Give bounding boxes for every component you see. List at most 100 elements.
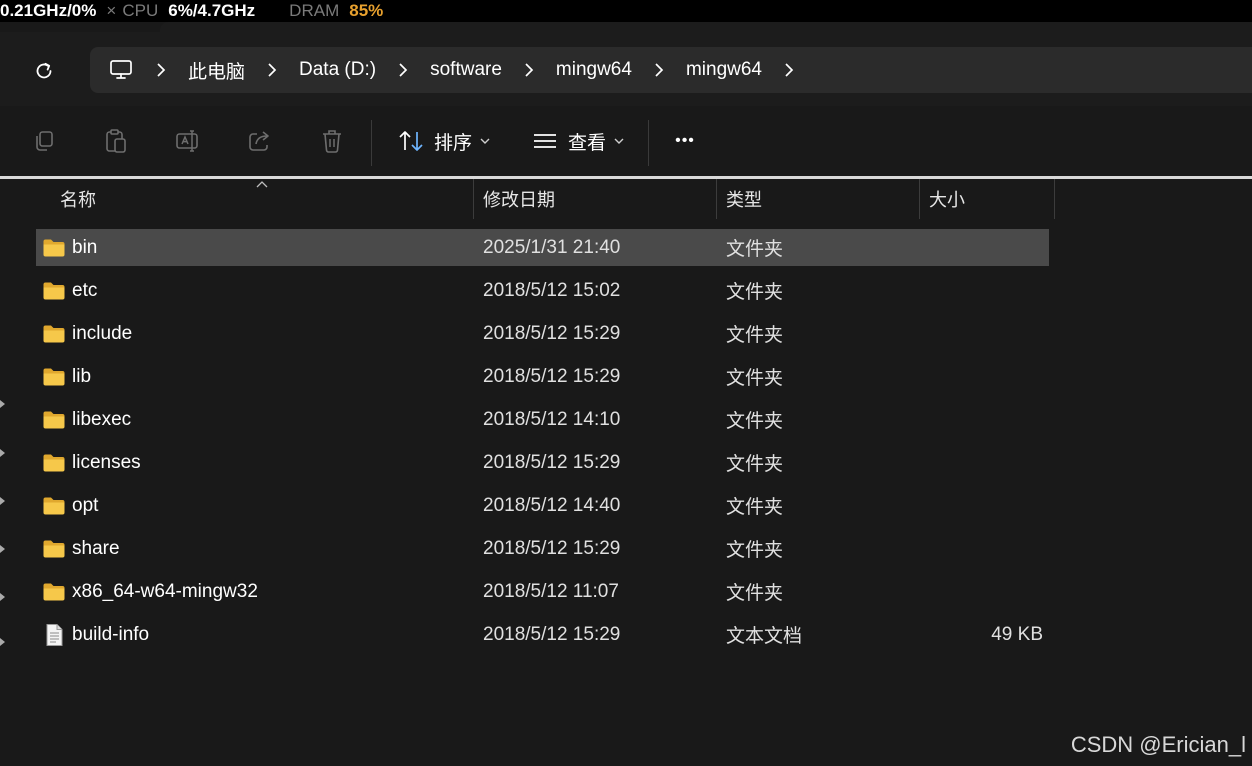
file-name: etc	[72, 279, 98, 301]
file-name: build-info	[72, 623, 150, 645]
breadcrumb-this-pc[interactable]: 此电脑	[188, 57, 245, 84]
file-type: 文件夹	[726, 583, 784, 604]
folder-icon	[42, 315, 66, 352]
file-name: lib	[72, 365, 92, 387]
file-row[interactable]: include 2018/5/12 15:29 文件夹	[36, 315, 1049, 352]
file-date-modified: 2018/5/12 15:02	[483, 279, 621, 301]
delete-icon	[323, 130, 341, 153]
file-name: bin	[72, 236, 98, 258]
column-size[interactable]: 大小	[929, 179, 965, 219]
column-date-modified[interactable]: 修改日期	[483, 179, 555, 219]
address-bar[interactable]: 此电脑 Data (D:) software mingw64 mingw64	[90, 47, 1252, 93]
breadcrumb-mingw64-parent[interactable]: mingw64	[556, 59, 632, 81]
column-name[interactable]: 名称	[60, 179, 96, 219]
breadcrumb-chevron-icon[interactable]	[264, 62, 280, 78]
file-date-modified: 2018/5/12 15:29	[483, 322, 621, 344]
file-date-modified: 2018/5/12 15:29	[483, 623, 621, 645]
file-date-modified: 2025/1/31 21:40	[483, 236, 621, 258]
share-icon	[249, 131, 269, 151]
breadcrumb-mingw64-current[interactable]: mingw64	[686, 59, 762, 81]
file-row[interactable]: opt 2018/5/12 14:40 文件夹	[36, 487, 1049, 524]
file-name: licenses	[72, 451, 141, 473]
breadcrumb-chevron-icon[interactable]	[651, 62, 667, 78]
file-type: 文件夹	[726, 325, 784, 346]
gpu-stat: 0.21GHz/0%	[0, 1, 97, 20]
file-row[interactable]: etc 2018/5/12 15:02 文件夹	[36, 272, 1049, 309]
column-header: 名称 修改日期 类型 大小	[0, 179, 1252, 219]
file-name: x86_64-w64-mingw32	[72, 580, 258, 602]
refresh-icon	[36, 62, 52, 79]
expand-arrow-icon[interactable]	[0, 593, 5, 601]
column-divider[interactable]	[716, 179, 717, 219]
cpu-label: CPU	[122, 1, 159, 20]
file-row[interactable]: lib 2018/5/12 15:29 文件夹	[36, 358, 1049, 395]
file-type: 文件夹	[726, 282, 784, 303]
file-row[interactable]: licenses 2018/5/12 15:29 文件夹	[36, 444, 1049, 481]
folder-icon	[42, 487, 66, 524]
sort-ascending-icon	[256, 181, 268, 188]
breadcrumb-drive[interactable]: Data (D:)	[299, 59, 376, 81]
column-divider[interactable]	[919, 179, 920, 219]
cpu-stat: 6%/4.7GHz	[168, 1, 256, 20]
file-size	[929, 573, 1043, 610]
column-type[interactable]: 类型	[726, 179, 762, 219]
breadcrumb-chevron-icon[interactable]	[521, 62, 537, 78]
file-date-modified: 2018/5/12 14:10	[483, 408, 621, 430]
sort-label: 排序	[433, 132, 472, 154]
chevron-down-icon	[614, 138, 624, 144]
file-size	[929, 401, 1043, 438]
view-label: 查看	[567, 132, 606, 154]
file-row[interactable]: share 2018/5/12 15:29 文件夹	[36, 530, 1049, 567]
file-type: 文件夹	[726, 411, 784, 432]
sort-button[interactable]: 排序	[394, 122, 494, 160]
file-row[interactable]: build-info 2018/5/12 15:29 文本文档 49 KB	[36, 616, 1049, 653]
text-file-icon	[42, 616, 66, 653]
file-size	[929, 444, 1043, 481]
delete-button[interactable]	[312, 122, 352, 160]
file-size	[929, 487, 1043, 524]
dram-label: DRAM	[289, 1, 340, 20]
view-button[interactable]: 查看	[528, 122, 628, 160]
copy-button[interactable]	[24, 122, 64, 160]
file-date-modified: 2018/5/12 15:29	[483, 451, 621, 473]
breadcrumb-chevron-icon[interactable]	[395, 62, 411, 78]
expand-arrow-icon[interactable]	[0, 400, 5, 408]
more-options-button[interactable]: •••	[666, 122, 704, 160]
list-view-icon	[533, 134, 556, 148]
breadcrumb-chevron-icon[interactable]	[781, 62, 797, 78]
file-name: opt	[72, 494, 99, 516]
paste-button[interactable]	[96, 122, 136, 160]
file-type: 文件夹	[726, 540, 784, 561]
breadcrumb-chevron-icon[interactable]	[153, 62, 169, 78]
file-size: 49 KB	[991, 623, 1043, 645]
file-size	[929, 315, 1043, 352]
file-date-modified: 2018/5/12 15:29	[483, 365, 621, 387]
file-size	[929, 530, 1043, 567]
file-name: share	[72, 537, 120, 559]
file-row[interactable]: x86_64-w64-mingw32 2018/5/12 11:07 文件夹	[36, 573, 1049, 610]
refresh-button[interactable]	[26, 58, 62, 84]
breadcrumb-software[interactable]: software	[430, 59, 502, 81]
folder-icon	[42, 444, 66, 481]
file-row[interactable]: libexec 2018/5/12 14:10 文件夹	[36, 401, 1049, 438]
toolbar-divider	[648, 120, 649, 166]
expand-arrow-icon[interactable]	[0, 497, 5, 505]
rename-button[interactable]	[168, 122, 208, 160]
expand-arrow-icon[interactable]	[0, 449, 5, 457]
folder-icon	[42, 358, 66, 395]
folder-icon	[42, 530, 66, 567]
expand-arrow-icon[interactable]	[0, 545, 5, 553]
computer-icon[interactable]	[108, 57, 134, 83]
toolbar-divider	[371, 120, 372, 166]
folder-icon	[42, 272, 66, 309]
folder-icon	[42, 229, 66, 266]
column-divider[interactable]	[473, 179, 474, 219]
expand-arrow-icon[interactable]	[0, 638, 5, 646]
file-type: 文件夹	[726, 239, 784, 260]
column-divider[interactable]	[1054, 179, 1055, 219]
file-name: include	[72, 322, 133, 344]
file-size	[929, 358, 1043, 395]
file-type: 文件夹	[726, 368, 784, 389]
share-button[interactable]	[240, 122, 280, 160]
file-row[interactable]: bin 2025/1/31 21:40 文件夹	[36, 229, 1049, 266]
